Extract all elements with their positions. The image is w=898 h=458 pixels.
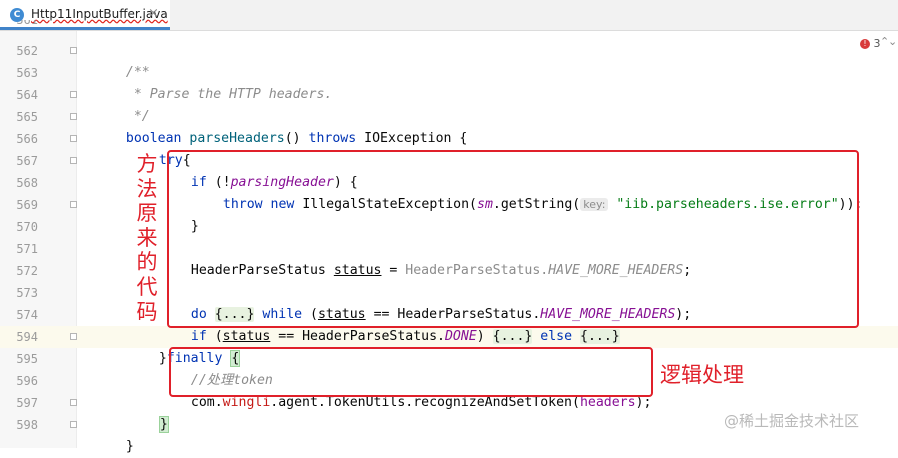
watermark: @稀土掘金技术社区: [724, 412, 860, 430]
line-number[interactable]: 595: [0, 348, 38, 370]
next-highlight-icon[interactable]: ⌄: [888, 35, 897, 48]
code-line[interactable]: }: [110, 414, 134, 454]
code-line[interactable]: * Parse the HTTP headers.: [110, 62, 333, 102]
line-number[interactable]: 596: [0, 370, 38, 392]
code-line[interactable]: }finally {: [143, 326, 241, 367]
brace-match-highlight: }: [158, 416, 169, 433]
line-number[interactable]: 597: [0, 392, 38, 414]
line-number[interactable]: 574: [0, 304, 38, 326]
line-number[interactable]: 594: [0, 326, 38, 348]
line-number[interactable]: 564: [0, 84, 38, 106]
code-line[interactable]: /**: [110, 40, 150, 80]
code-line[interactable]: try{: [143, 128, 191, 168]
folded-code-block[interactable]: {...}: [580, 329, 620, 344]
fold-marker-icon[interactable]: [70, 333, 77, 340]
logic-handling-highlight-box: [169, 347, 653, 397]
fold-marker-icon[interactable]: [70, 421, 77, 428]
fold-marker-icon[interactable]: [70, 91, 77, 98]
editor-tab-bar: C Http11InputBuffer.java ×: [0, 0, 898, 31]
line-number[interactable]: 598: [0, 414, 38, 436]
fold-marker-icon[interactable]: [70, 135, 77, 142]
line-number[interactable]: 569: [0, 194, 38, 216]
line-number[interactable]: 567: [0, 150, 38, 172]
fold-marker-icon[interactable]: [70, 113, 77, 120]
line-number[interactable]: 568: [0, 172, 38, 194]
line-number[interactable]: 561: [0, 20, 38, 31]
original-code-highlight-box: [167, 150, 859, 328]
close-tab-icon[interactable]: ×: [148, 6, 159, 21]
fold-marker-icon[interactable]: [70, 399, 77, 406]
code-line[interactable]: */: [110, 84, 150, 124]
line-number[interactable]: 563: [0, 62, 38, 84]
logic-handling-annotation: 逻辑处理: [660, 363, 744, 387]
line-number[interactable]: 565: [0, 106, 38, 128]
line-number[interactable]: 573: [0, 282, 38, 304]
inspection-widget[interactable]: ! 3: [860, 37, 881, 50]
fold-marker-icon[interactable]: [70, 47, 77, 54]
error-icon: !: [860, 39, 870, 49]
fold-marker-icon[interactable]: [70, 201, 77, 208]
line-number[interactable]: 572: [0, 260, 38, 282]
folded-code-block[interactable]: {...}: [492, 329, 533, 344]
fold-marker-icon[interactable]: [70, 157, 77, 164]
line-number[interactable]: 570: [0, 216, 38, 238]
line-number[interactable]: 571: [0, 238, 38, 260]
code-line[interactable]: boolean parseHeaders() throws IOExceptio…: [110, 106, 467, 146]
line-number[interactable]: 566: [0, 128, 38, 150]
original-code-annotation: 方法原来的代码: [136, 152, 158, 324]
line-number[interactable]: 562: [0, 40, 38, 62]
code-line[interactable]: }: [143, 392, 169, 433]
